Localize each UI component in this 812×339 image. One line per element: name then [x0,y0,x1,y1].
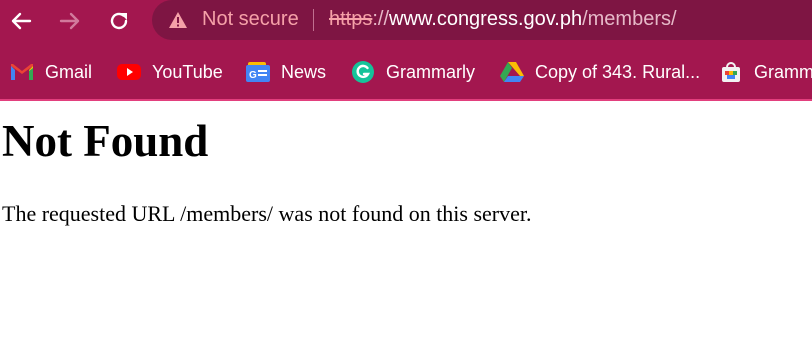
bookmark-label: Copy of 343. Rural... [535,61,701,82]
page-title: Not Found [2,116,209,166]
url-path: /members/ [582,8,677,30]
bookmark-news[interactable]: G News [246,59,326,85]
forward-arrow-icon [59,12,80,30]
url-text[interactable]: https://www.congress.gov.ph/members/ [329,8,677,31]
bookmarks-bar: Gmail YouTube G News Grammarly Copy of 3… [0,44,812,100]
address-divider [313,9,314,31]
url-separator: :// [372,8,390,30]
bookmark-label: YouTube [152,61,223,82]
back-arrow-icon [11,12,32,30]
reload-button[interactable] [104,6,134,36]
google-news-icon: G [246,60,270,84]
google-drive-icon [500,60,524,84]
warning-triangle-icon [169,12,187,28]
forward-button[interactable] [55,6,85,36]
bookmark-label: News [281,61,327,82]
security-status-label[interactable]: Not secure [202,8,299,31]
svg-text:G: G [249,70,257,81]
browser-toolbar: Not secure https://www.congress.gov.ph/m… [0,0,812,44]
bookmark-gmail[interactable]: Gmail [10,59,92,85]
bookmark-gramm[interactable]: Gramm [719,59,812,85]
url-scheme: https [329,8,373,30]
address-bar[interactable]: Not secure https://www.congress.gov.ph/m… [152,0,812,40]
bookmark-grammarly[interactable]: Grammarly [351,59,475,85]
bookmark-youtube[interactable]: YouTube [117,59,223,85]
youtube-icon [117,60,141,84]
bookmark-label: Gramm [754,61,812,82]
bag-icon [719,60,743,84]
bookmark-label: Gmail [45,61,93,82]
url-host: www.congress.gov.ph [389,8,583,30]
reload-icon [110,12,128,30]
bookmark-label: Grammarly [386,61,475,82]
gmail-icon [10,60,34,84]
error-message: The requested URL /members/ was not foun… [2,201,532,226]
bookmark-drive-file[interactable]: Copy of 343. Rural... [500,59,700,85]
page-content: Not Found The requested URL /members/ wa… [0,101,812,339]
grammarly-icon [351,60,375,84]
back-button[interactable] [6,6,36,36]
